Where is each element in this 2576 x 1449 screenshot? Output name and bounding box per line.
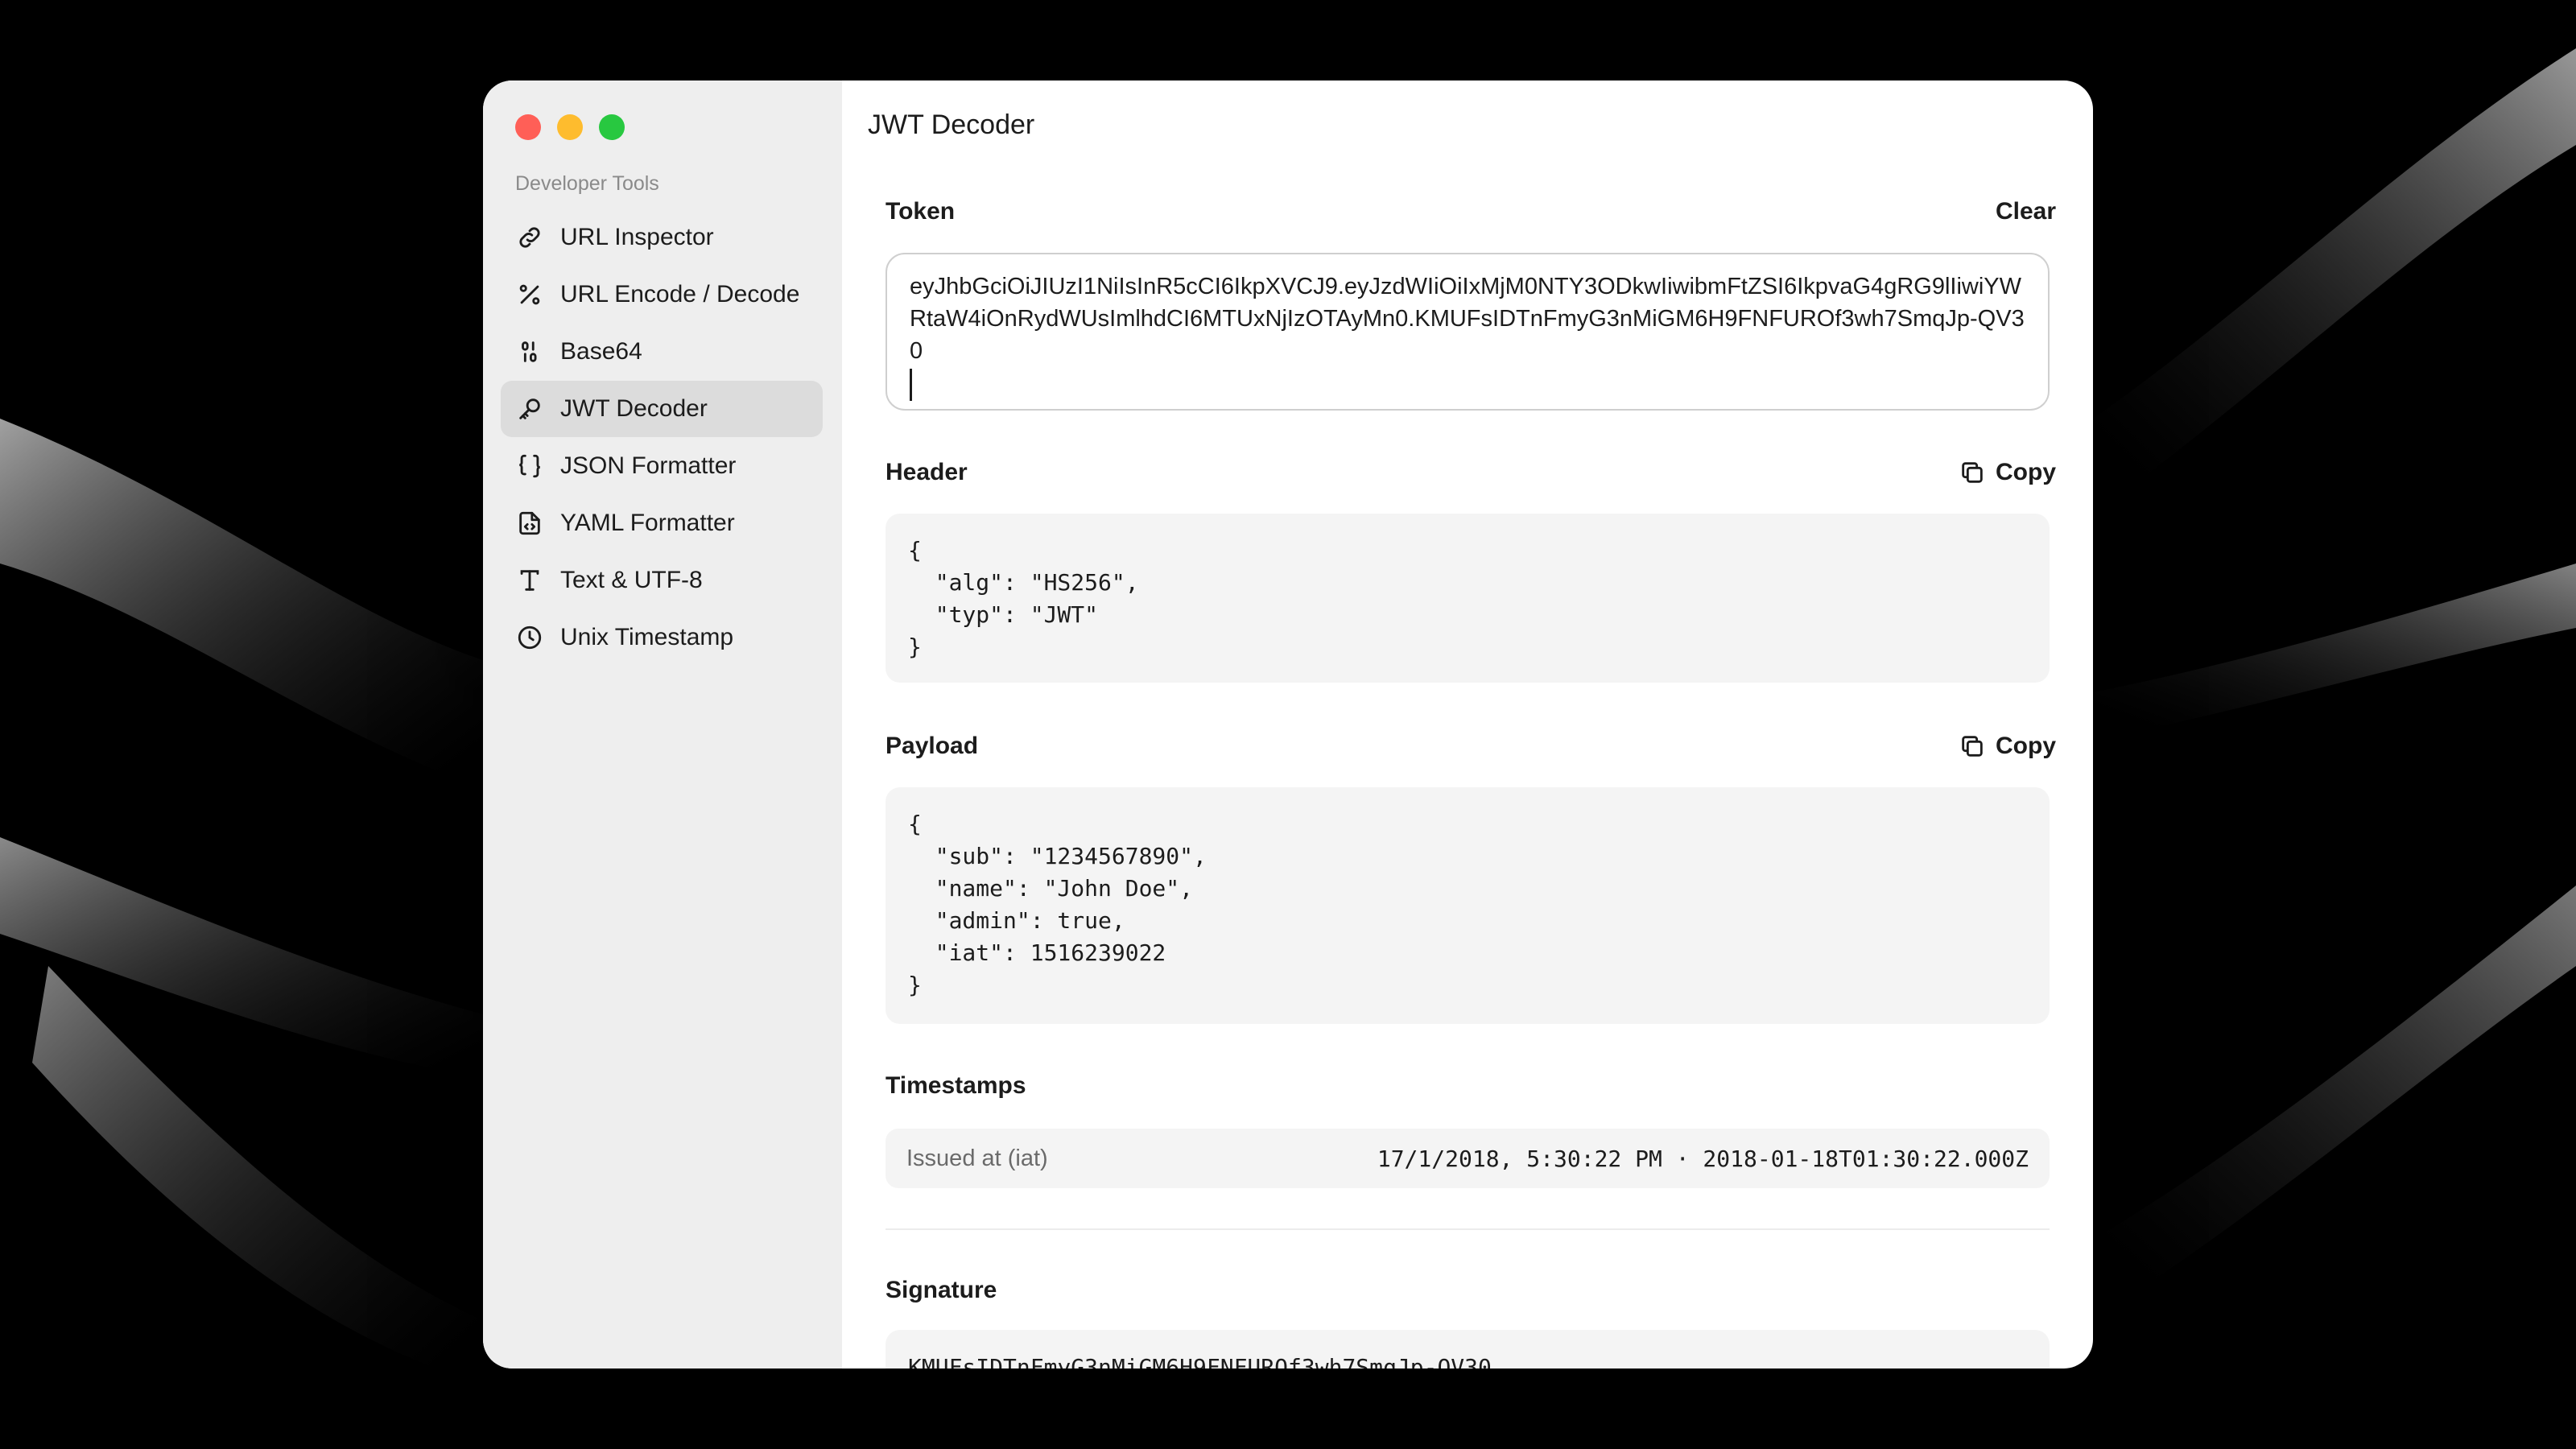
token-label: Token: [886, 198, 956, 225]
sidebar-item-label: Base64: [560, 338, 642, 365]
payload-label: Payload: [886, 733, 979, 759]
sidebar-item-url-encode-decode[interactable]: URL Encode / Decode: [501, 266, 823, 323]
link-icon: [515, 223, 544, 252]
token-text: eyJhbGciOiJIUzI1NiIsInR5cCI6IkpXVCJ9.eyJ…: [910, 274, 2025, 364]
type-icon: [515, 566, 544, 595]
copy-label: Copy: [1996, 459, 2056, 485]
clear-button[interactable]: Clear: [1996, 198, 2056, 225]
sidebar-item-label: URL Inspector: [560, 224, 714, 250]
page-title: JWT Decoder: [868, 109, 1035, 140]
sidebar-item-label: JSON Formatter: [560, 452, 737, 479]
timestamp-label: Issued at (iat): [906, 1145, 1048, 1171]
sidebar-item-url-inspector[interactable]: URL Inspector: [501, 209, 823, 266]
timestamp-row-iat: Issued at (iat) 17/1/2018, 5:30:22 PM · …: [886, 1129, 2050, 1188]
binary-icon: [515, 337, 544, 366]
braces-icon: [515, 452, 544, 481]
sidebar-item-json-formatter[interactable]: JSON Formatter: [501, 438, 823, 494]
clock-icon: [515, 623, 544, 652]
header-label: Header: [886, 459, 968, 485]
close-window-button[interactable]: [515, 114, 541, 140]
timestamps-section-header: Timestamps: [886, 1066, 2056, 1106]
header-section-header: Header Copy: [886, 452, 2056, 493]
sidebar-item-text-utf8[interactable]: Text & UTF-8: [501, 552, 823, 609]
sidebar-item-base64[interactable]: Base64: [501, 324, 823, 380]
payload-section-header: Payload Copy: [886, 726, 2056, 766]
timestamp-value: 17/1/2018, 5:30:22 PM · 2018-01-18T01:30…: [1377, 1145, 2029, 1172]
sidebar-item-label: Text & UTF-8: [560, 567, 703, 593]
copy-icon: [1962, 736, 1983, 757]
sidebar-section-label: Developer Tools: [515, 172, 659, 195]
sidebar-item-label: JWT Decoder: [560, 395, 708, 422]
section-divider: [886, 1228, 2050, 1230]
minimize-window-button[interactable]: [557, 114, 583, 140]
copy-payload-button[interactable]: Copy: [1959, 733, 2056, 760]
copy-header-button[interactable]: Copy: [1959, 459, 2056, 486]
timestamps-label: Timestamps: [886, 1072, 1026, 1099]
token-section-header: Token Clear: [886, 192, 2056, 232]
sidebar: Developer Tools URL Inspector URL Encode…: [483, 80, 842, 1368]
signature-section-header: Signature: [886, 1270, 2056, 1311]
sidebar-item-label: URL Encode / Decode: [560, 281, 800, 308]
copy-label: Copy: [1996, 733, 2056, 759]
percent-icon: [515, 280, 544, 309]
zoom-window-button[interactable]: [599, 114, 625, 140]
sidebar-item-label: Unix Timestamp: [560, 624, 734, 650]
key-icon: [515, 394, 544, 423]
window-controls: [515, 114, 625, 140]
sidebar-nav: URL Inspector URL Encode / Decode Base64…: [501, 209, 823, 667]
text-cursor: [910, 369, 912, 401]
token-input[interactable]: eyJhbGciOiJIUzI1NiIsInR5cCI6IkpXVCJ9.eyJ…: [886, 253, 2050, 411]
signature-label: Signature: [886, 1277, 997, 1303]
file-code-icon: [515, 509, 544, 538]
payload-json-output: { "sub": "1234567890", "name": "John Doe…: [886, 787, 2050, 1024]
app-window: Developer Tools URL Inspector URL Encode…: [483, 80, 2093, 1368]
signature-output: KMUFsIDTnFmyG3nMiGM6H9FNFUROf3wh7SmqJp-Q…: [886, 1330, 2050, 1368]
sidebar-item-unix-timestamp[interactable]: Unix Timestamp: [501, 609, 823, 666]
header-json-output: { "alg": "HS256", "typ": "JWT" }: [886, 514, 2050, 683]
sidebar-item-label: YAML Formatter: [560, 510, 735, 536]
sidebar-item-yaml-formatter[interactable]: YAML Formatter: [501, 495, 823, 551]
copy-icon: [1962, 462, 1983, 483]
sidebar-item-jwt-decoder[interactable]: JWT Decoder: [501, 381, 823, 437]
main-content: JWT Decoder Token Clear eyJhbGciOiJIUzI1…: [842, 80, 2093, 1368]
